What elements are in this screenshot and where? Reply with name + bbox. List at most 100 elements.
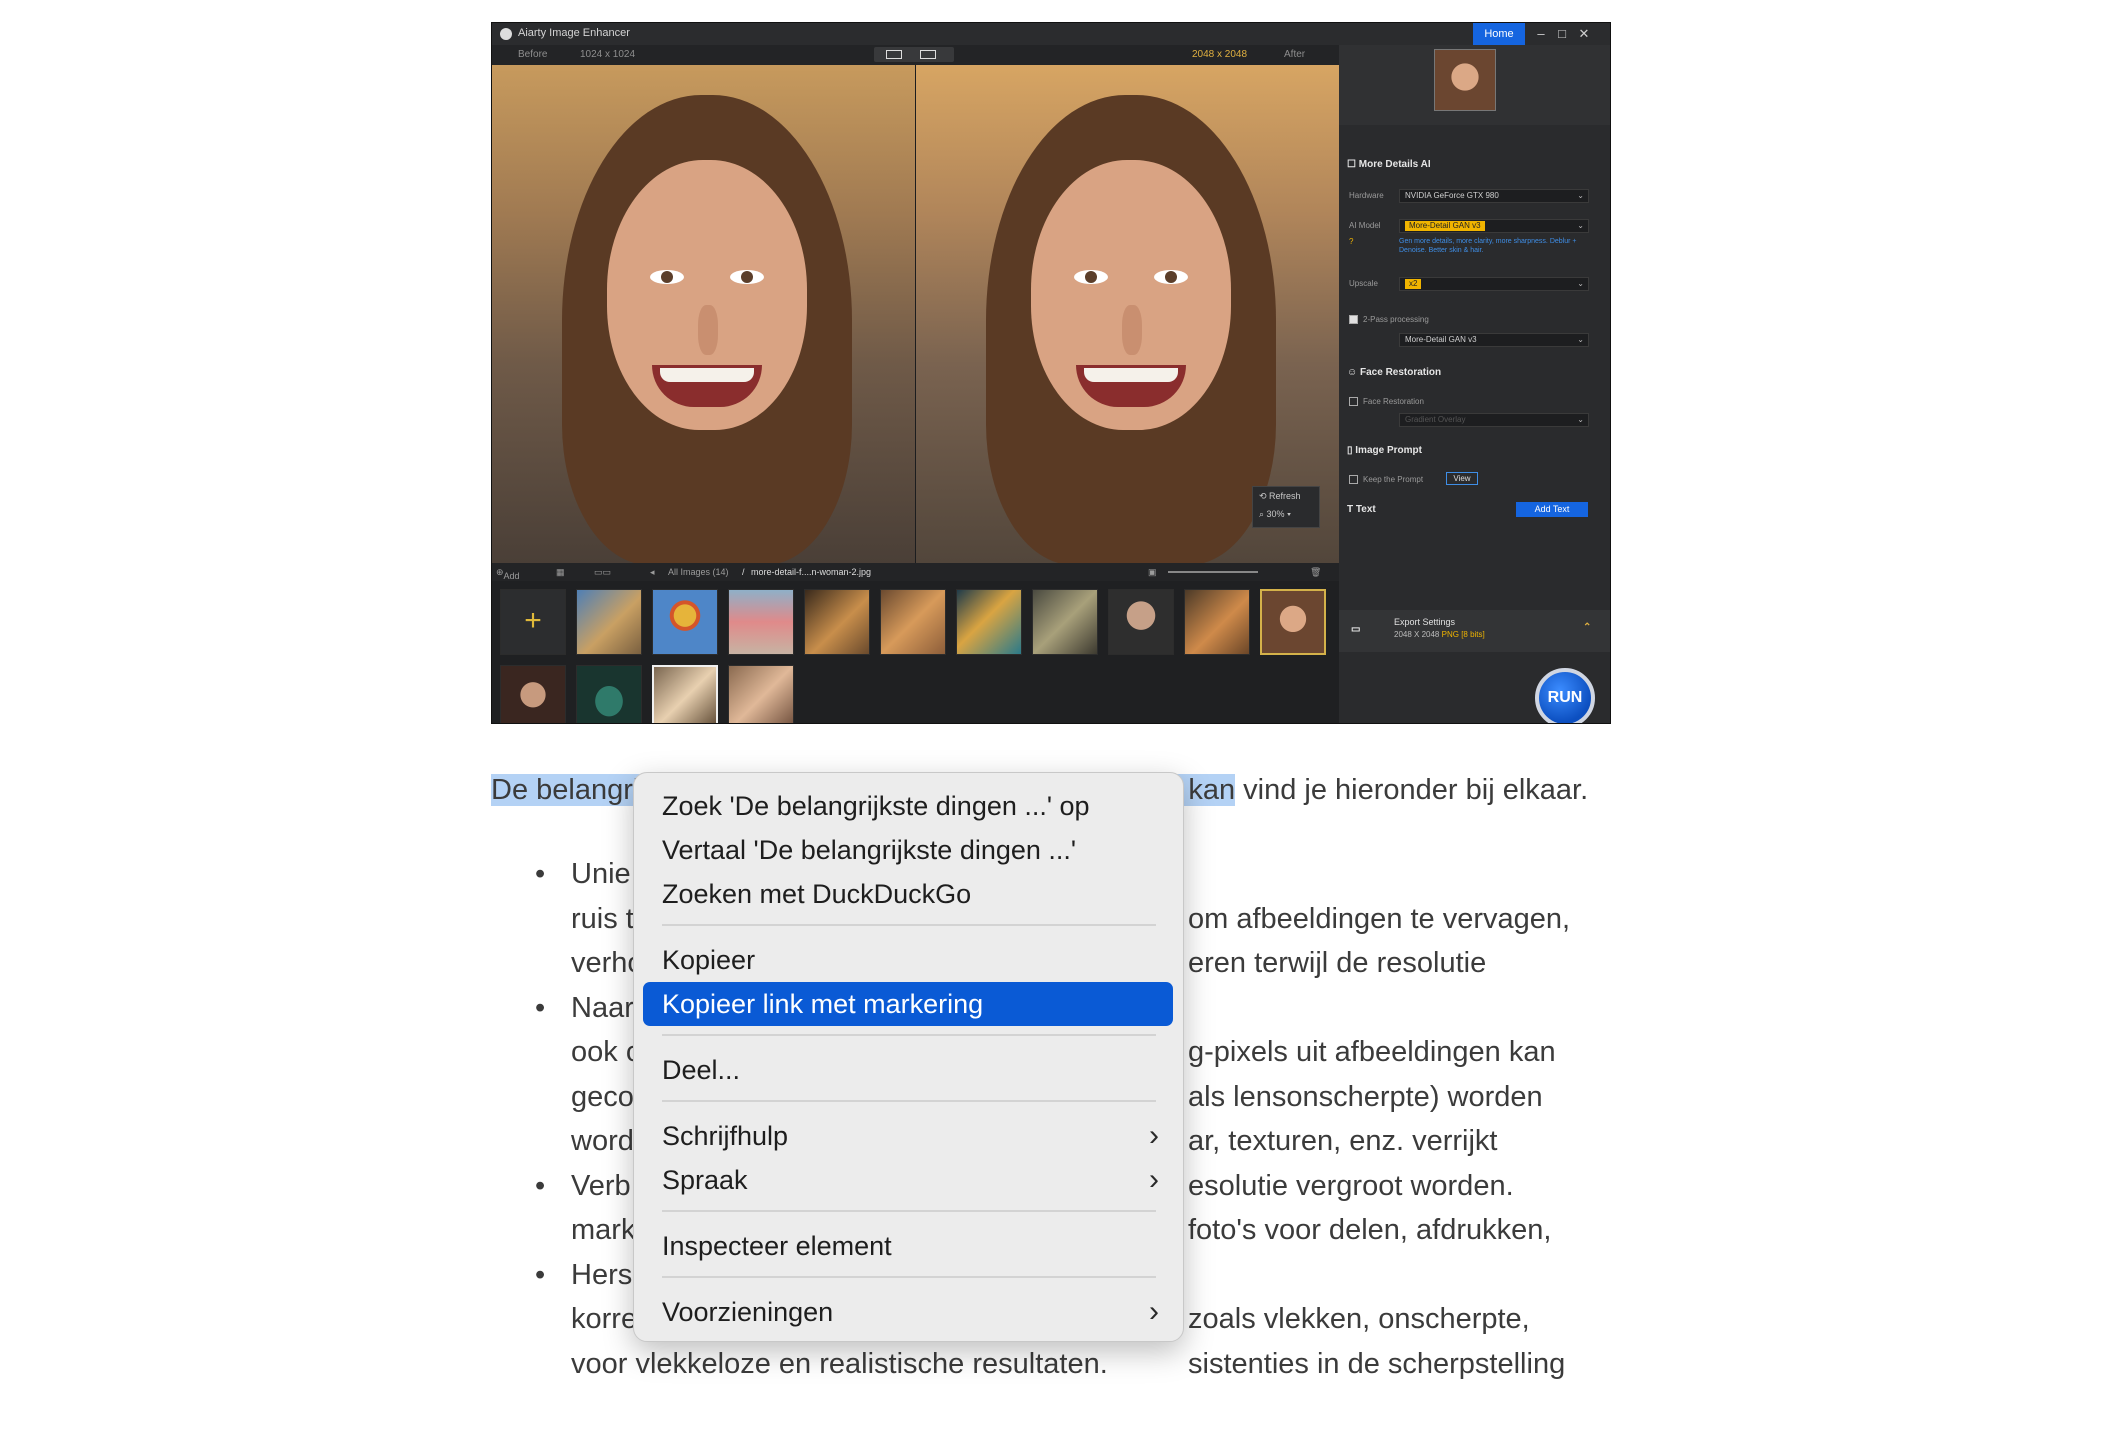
image-icon: ▣	[1148, 567, 1157, 577]
back-icon[interactable]: ◂	[650, 567, 655, 578]
chevron-down-icon: ⌄	[1577, 335, 1584, 344]
export-icon: ▭	[1351, 624, 1361, 635]
menu-item-inspect-element[interactable]: Inspecteer element	[643, 1224, 1173, 1268]
chevron-down-icon: ⌄	[1577, 221, 1584, 230]
thumbnail[interactable]	[804, 589, 870, 655]
ai-model-select[interactable]: More-Detail GAN v3 ⌄	[1399, 219, 1589, 233]
thumbnail[interactable]	[576, 589, 642, 655]
close-icon[interactable]: ✕	[1576, 26, 1592, 42]
add-text-button[interactable]: Add Text	[1516, 502, 1588, 517]
compare-toggle[interactable]	[874, 47, 954, 62]
chevron-down-icon: ⌄	[1577, 415, 1584, 424]
app-titlebar: Aiarty Image Enhancer Home – □ ✕	[492, 23, 1610, 45]
thumbnail[interactable]	[1108, 589, 1174, 655]
face-restoration-label: Face Restoration	[1363, 397, 1424, 406]
upscale-select[interactable]: x2 ⌄	[1399, 277, 1589, 291]
side-by-side-icon[interactable]	[920, 50, 936, 59]
menu-item-copy[interactable]: Kopieer	[643, 938, 1173, 982]
hardware-select[interactable]: NVIDIA GeForce GTX 980 ⌄	[1399, 189, 1589, 203]
app-title: Aiarty Image Enhancer	[518, 27, 630, 39]
before-image	[492, 65, 915, 563]
menu-separator	[662, 1034, 1156, 1036]
thumb-size-slider[interactable]	[1168, 571, 1258, 573]
after-resolution: 2048 x 2048	[1192, 49, 1248, 60]
thumbnail[interactable]	[576, 665, 642, 723]
image-prompt-title: ▯ Image Prompt	[1347, 445, 1422, 456]
add-button[interactable]: ⊕ Add	[496, 567, 520, 581]
delete-icon[interactable]: 🗑	[1310, 567, 1321, 578]
chevron-right-icon: ›	[1149, 1295, 1159, 1328]
preview-area	[1339, 45, 1610, 125]
menu-separator	[662, 1276, 1156, 1278]
chevron-right-icon: ›	[1149, 1119, 1159, 1152]
menu-item-translate[interactable]: Vertaal 'De belangrijkste dingen ...'	[643, 828, 1173, 872]
breadcrumb-separator: /	[742, 567, 745, 577]
keep-prompt-label: Keep the Prompt	[1363, 475, 1424, 484]
face-restoration-select[interactable]: Gradient Overlay ⌄	[1399, 413, 1589, 427]
chevron-down-icon: ⌄	[1577, 191, 1584, 200]
export-settings[interactable]: ▭ Export Settings 2048 X 2048 PNG [8 bit…	[1339, 610, 1610, 652]
compare-bar: Before 1024 x 1024 2048 x 2048 After	[492, 45, 1339, 65]
menu-item-writing-tools[interactable]: Schrijfhulp ›	[643, 1114, 1173, 1158]
refresh-button[interactable]: ⟲ Refresh	[1259, 491, 1301, 502]
context-menu: Zoek 'De belangrijkste dingen ...' op Ve…	[633, 772, 1184, 1342]
menu-item-share[interactable]: Deel...	[643, 1048, 1173, 1092]
thumbnail[interactable]	[880, 589, 946, 655]
menu-item-look-up[interactable]: Zoek 'De belangrijkste dingen ...' op	[643, 784, 1173, 828]
thumbnail[interactable]	[500, 665, 566, 723]
keep-prompt-checkbox[interactable]	[1349, 475, 1358, 484]
thumbnail[interactable]	[728, 589, 794, 655]
before-resolution: 1024 x 1024	[580, 49, 636, 60]
ai-model-hint: Gen more details, more clarity, more sha…	[1399, 238, 1577, 254]
settings-panel: ☐ More Details AI Hardware NVIDIA GeForc…	[1339, 45, 1610, 723]
text-title: T Text	[1347, 504, 1376, 515]
thumbnail-selected[interactable]	[1260, 589, 1326, 655]
chevron-up-icon[interactable]: ⌃	[1583, 622, 1591, 633]
menu-item-services[interactable]: Voorzieningen ›	[643, 1290, 1173, 1334]
menu-separator	[662, 1210, 1156, 1212]
ai-model-label: AI Model	[1349, 221, 1381, 230]
export-details: 2048 X 2048 PNG [8 bits]	[1394, 630, 1485, 639]
face-restoration-title: ☺ Face Restoration	[1347, 367, 1442, 378]
grid-view-icon[interactable]: ▦	[556, 567, 565, 578]
help-icon[interactable]: ?	[1349, 237, 1353, 246]
preview-thumbnail	[1434, 49, 1496, 111]
breadcrumb-root[interactable]: All Images (14)	[668, 567, 729, 577]
view-button[interactable]: View	[1446, 472, 1478, 485]
export-title: Export Settings	[1394, 617, 1456, 627]
thumbnail[interactable]	[1032, 589, 1098, 655]
two-pass-checkbox[interactable]	[1349, 315, 1358, 324]
app-logo-icon	[500, 28, 512, 40]
before-label: Before	[518, 49, 548, 60]
home-tab[interactable]: Home	[1473, 23, 1525, 45]
menu-separator	[662, 1100, 1156, 1102]
refresh-zoom-box: ⟲ Refresh ⌕ 30% ▾	[1252, 486, 1320, 528]
split-view-icon[interactable]	[886, 50, 902, 59]
thumbnail[interactable]	[956, 589, 1022, 655]
menu-item-copy-link-highlight[interactable]: Kopieer link met markering	[643, 982, 1173, 1026]
more-details-title: ☐ More Details AI	[1347, 159, 1431, 170]
two-pass-select[interactable]: More-Detail GAN v3 ⌄	[1399, 333, 1589, 347]
hardware-label: Hardware	[1349, 191, 1384, 200]
strip-view-icon[interactable]: ▭▭	[594, 567, 611, 578]
chevron-down-icon: ⌄	[1577, 279, 1584, 288]
zoom-select[interactable]: ⌕ 30% ▾	[1259, 509, 1291, 520]
filmstrip-toolbar: ⊕ Add ▦ ▭▭ ◂ All Images (14) / more-deta…	[492, 563, 1339, 581]
menu-item-speech[interactable]: Spraak ›	[643, 1158, 1173, 1202]
paragraph-rest: vind je hieronder bij elkaar.	[1235, 774, 1589, 806]
thumbnail[interactable]	[652, 665, 718, 723]
app-screenshot: Aiarty Image Enhancer Home – □ ✕ Before …	[491, 22, 1611, 724]
selected-text-start: De belangri	[491, 774, 640, 806]
menu-item-search-duckduckgo[interactable]: Zoeken met DuckDuckGo	[643, 872, 1173, 916]
minimize-icon[interactable]: –	[1533, 26, 1549, 42]
add-image-button[interactable]: +	[500, 589, 566, 655]
menu-separator	[662, 924, 1156, 926]
maximize-icon[interactable]: □	[1554, 26, 1570, 42]
upscale-label: Upscale	[1349, 279, 1378, 288]
two-pass-label: 2-Pass processing	[1363, 315, 1429, 324]
thumbnail[interactable]	[652, 589, 718, 655]
run-button[interactable]: RUN	[1535, 668, 1595, 723]
thumbnail[interactable]	[728, 665, 794, 723]
face-restoration-checkbox[interactable]	[1349, 397, 1358, 406]
thumbnail[interactable]	[1184, 589, 1250, 655]
